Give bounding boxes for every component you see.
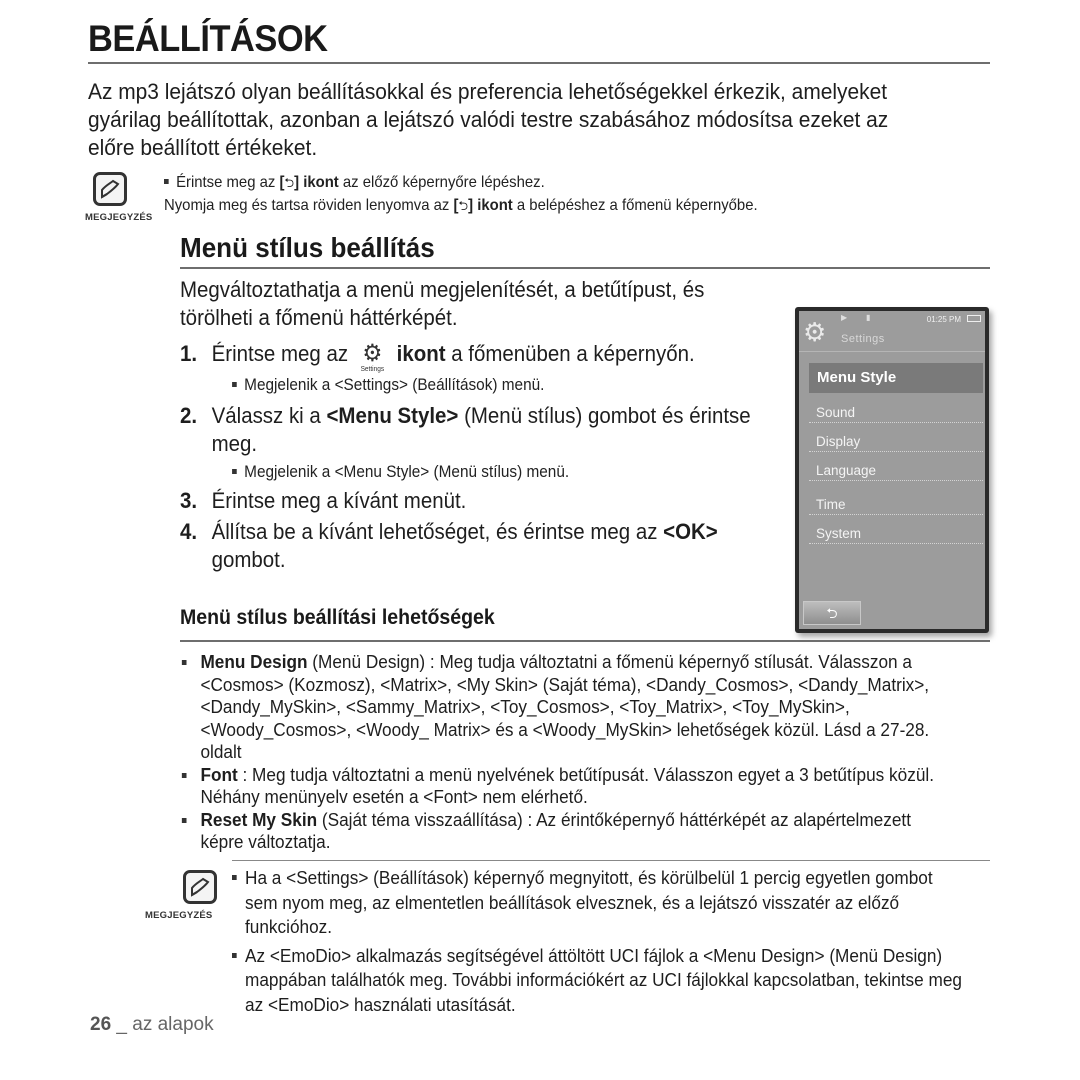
pencil-glyph-icon	[191, 877, 210, 897]
page-number: 26	[90, 1014, 112, 1035]
note-divider	[232, 860, 990, 861]
play-icon: ▶	[841, 313, 848, 322]
menu-item-system[interactable]: System	[809, 516, 983, 544]
option-font: Font : Meg tudja változtatni a menü nyel…	[180, 764, 957, 809]
pencil-note-icon	[93, 172, 127, 206]
menu-item-sound[interactable]: Sound	[809, 395, 983, 423]
title-divider	[88, 62, 990, 64]
device-screen: ⚙ ▶ ▮ 01:25 PM Settings Menu Style Sound…	[799, 311, 985, 629]
bullet	[164, 178, 169, 184]
footer-section: az alapok	[132, 1014, 214, 1035]
step-1: 1. Érintse meg az ⚙ Settings ikont a főme…	[180, 339, 695, 373]
top-note: Érintse meg az [⮌] ikont az előző képern…	[164, 172, 758, 218]
pencil-note-icon	[183, 870, 217, 904]
step-3: 3. Érintse meg a kívánt menüt.	[180, 488, 467, 513]
options-divider	[180, 640, 990, 642]
section-divider	[180, 267, 990, 269]
settings-gear-icon: ⚙ Settings	[360, 339, 385, 373]
pencil-glyph-icon	[101, 179, 120, 199]
note-label: MEGJEGYZÉS	[145, 910, 213, 921]
settings-gear-icon: ⚙	[803, 317, 827, 347]
back-button[interactable]: ⮌	[803, 601, 861, 625]
battery-icon	[967, 315, 981, 322]
step-4: 4. Állítsa be a kívánt lehetőséget, és ér…	[180, 519, 718, 572]
page-title: BEÁLLÍTÁSOK	[88, 18, 328, 59]
option-reset-my-skin: Reset My Skin (Saját téma visszaállítása…	[180, 809, 957, 854]
options-heading: Menü stílus beállítási lehetőségek	[180, 606, 495, 629]
intro-paragraph: Az mp3 lejátszó olyan beállításokkal és …	[88, 79, 889, 160]
device-status-bar: ⚙ ▶ ▮ 01:25 PM Settings	[799, 311, 985, 352]
back-arrow-icon: ⮌	[458, 199, 469, 214]
step-1-result: Megjelenik a <Settings> (Beállítások) me…	[180, 374, 775, 396]
top-note-line-2: Nyomja meg és tartsa röviden lenyomva az…	[164, 197, 758, 214]
note-item: Az <EmoDio> alkalmazás segítségével áttö…	[232, 944, 967, 1018]
top-note-line-1: Érintse meg az [⮌] ikont az előző képern…	[164, 172, 758, 195]
bottom-note: Ha a <Settings> (Beállítások) képernyő m…	[232, 866, 967, 1017]
options-list: Menu Design (Menü Design) : Meg tudja vá…	[180, 651, 957, 854]
section-description: Megváltoztathatja a menü megjelenítését,…	[180, 277, 705, 330]
device-screen-title: Settings	[841, 333, 885, 345]
option-menu-design: Menu Design (Menü Design) : Meg tudja vá…	[180, 651, 957, 764]
steps-list: 1. Érintse meg az ⚙ Settings ikont a főme…	[180, 340, 775, 574]
menu-item-display[interactable]: Display	[809, 424, 983, 452]
menu-item-time[interactable]: Time	[809, 487, 983, 515]
device-screenshot: ⚙ ▶ ▮ 01:25 PM Settings Menu Style Sound…	[795, 307, 989, 633]
back-arrow-icon: ⮌	[284, 176, 295, 191]
step-2: 2. Válassz ki a <Menu Style> (Menü stílus…	[180, 403, 751, 456]
page-footer: 26 _ az alapok	[90, 1014, 214, 1035]
menu-item-language[interactable]: Language	[809, 453, 983, 481]
note-item: Ha a <Settings> (Beállítások) képernyő m…	[232, 866, 967, 940]
section-heading: Menü stílus beállítás	[180, 232, 435, 263]
note-label: MEGJEGYZÉS	[85, 212, 153, 223]
step-2-result: Megjelenik a <Menu Style> (Menü stílus) …	[180, 461, 775, 483]
back-arrow-icon: ⮌	[826, 606, 838, 622]
menu-item-menu-style[interactable]: Menu Style	[809, 363, 983, 393]
lock-icon: ▮	[866, 313, 871, 322]
status-time: 01:25 PM	[926, 315, 961, 324]
